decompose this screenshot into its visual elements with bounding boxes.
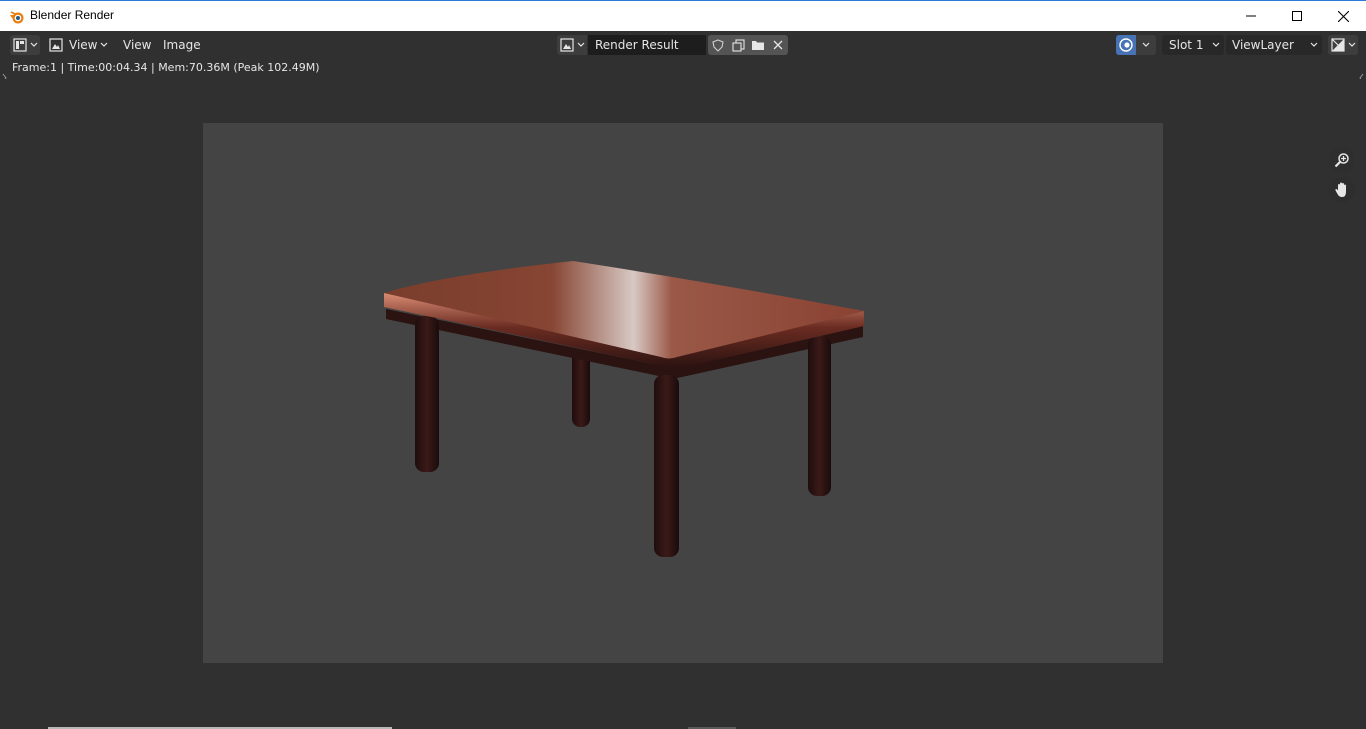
new-image-icon bbox=[731, 38, 745, 52]
chevron-down-icon bbox=[1348, 42, 1356, 47]
fake-user-shield-icon bbox=[712, 38, 724, 52]
maximize-button[interactable] bbox=[1274, 1, 1320, 31]
table-leg-back-middle bbox=[572, 351, 590, 427]
minimize-icon bbox=[1246, 15, 1256, 17]
menu-image[interactable]: Image bbox=[163, 35, 201, 55]
view-layer-dropdown[interactable]: ViewLayer bbox=[1226, 35, 1322, 55]
zoom-button[interactable] bbox=[1329, 147, 1355, 173]
zoom-icon bbox=[1334, 153, 1349, 168]
table-render bbox=[384, 261, 864, 557]
close-window-button[interactable] bbox=[1320, 1, 1366, 31]
pan-hand-icon bbox=[1335, 182, 1346, 197]
window-titlebar: Blender Render bbox=[0, 0, 1366, 31]
chevron-down-icon bbox=[1310, 42, 1318, 47]
blender-logo-icon bbox=[9, 9, 25, 25]
image-editor-icon bbox=[13, 38, 27, 52]
slot-dropdown[interactable]: Slot 1 bbox=[1162, 35, 1224, 55]
table-leg-front-center bbox=[654, 375, 679, 557]
editor-type-dropdown[interactable] bbox=[10, 35, 40, 55]
display-channels-dropdown[interactable] bbox=[1328, 35, 1358, 55]
open-image-button[interactable] bbox=[748, 35, 768, 55]
display-channels-icon bbox=[1331, 38, 1345, 52]
render-result-icon bbox=[1119, 38, 1133, 52]
chevron-down-icon bbox=[101, 42, 108, 47]
table-leg-front-left bbox=[415, 316, 439, 472]
browse-image-dropdown[interactable] bbox=[557, 35, 587, 55]
view-layer-label: ViewLayer bbox=[1232, 38, 1294, 52]
image-editor-header: View View Image Render Result Slot 1 Vie… bbox=[0, 31, 1366, 59]
pan-button[interactable] bbox=[1329, 177, 1355, 203]
open-folder-icon bbox=[752, 41, 764, 50]
minimize-button[interactable] bbox=[1228, 1, 1274, 31]
unlink-x-icon bbox=[773, 40, 783, 50]
view-mode-icon bbox=[49, 38, 63, 52]
render-slot-dropdown[interactable] bbox=[1136, 35, 1156, 55]
new-image-button[interactable] bbox=[728, 35, 748, 55]
unlink-image-button[interactable] bbox=[768, 35, 788, 55]
close-icon bbox=[1337, 10, 1349, 22]
chevron-down-icon bbox=[1142, 42, 1150, 47]
menu-view[interactable]: View bbox=[123, 35, 151, 55]
window-title: Blender Render bbox=[30, 8, 115, 22]
table-leg-front-right bbox=[808, 336, 831, 496]
slot-label: Slot 1 bbox=[1169, 38, 1204, 52]
render-slot-button[interactable] bbox=[1116, 35, 1136, 55]
render-result-image bbox=[203, 123, 1163, 663]
chevron-down-icon bbox=[577, 42, 585, 47]
view-mode-label: View bbox=[69, 38, 98, 52]
fake-user-button[interactable] bbox=[708, 35, 728, 55]
render-info-text: Frame:1 | Time:00:04.34 | Mem:70.36M (Pe… bbox=[12, 61, 320, 74]
maximize-icon bbox=[1292, 11, 1302, 21]
view-mode-dropdown[interactable]: View bbox=[46, 35, 110, 55]
image-name-field[interactable]: Render Result bbox=[588, 35, 706, 55]
image-browse-icon bbox=[560, 38, 574, 52]
chevron-down-icon bbox=[1212, 42, 1220, 47]
chevron-down-icon bbox=[30, 42, 38, 47]
